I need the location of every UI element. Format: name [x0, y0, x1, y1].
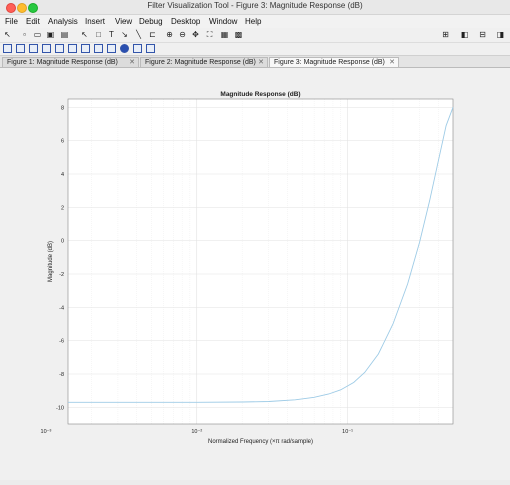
rectangle-icon[interactable]: □ — [94, 30, 103, 39]
menu-help[interactable]: Help — [245, 17, 261, 26]
layout-right-icon[interactable]: ◨ — [496, 30, 505, 39]
magnitude-icon[interactable] — [3, 44, 12, 53]
cost-icon[interactable] — [146, 44, 155, 53]
y-tick-label: 8 — [61, 105, 64, 111]
x-tick-label: 10⁻³ — [41, 429, 52, 435]
print-icon[interactable]: ▤ — [60, 30, 69, 39]
y-tick-label: 6 — [61, 139, 64, 145]
tab-label: Figure 1: Magnitude Response (dB) — [7, 59, 118, 66]
menu-edit[interactable]: Edit — [26, 17, 40, 26]
y-tick-label: -2 — [59, 272, 64, 278]
arrow-annotation-icon[interactable]: ↘ — [120, 30, 129, 39]
filter-spec-icon[interactable] — [133, 44, 142, 53]
y-tick-label: -6 — [59, 339, 64, 345]
tab-figure-1[interactable]: Figure 1: Magnitude Response (dB) ✕ — [2, 57, 139, 67]
y-tick-label: -8 — [59, 372, 64, 378]
x-tick-label: 10⁻² — [191, 429, 202, 435]
menu-bar: File Edit Analysis Insert View Debug Des… — [0, 15, 510, 28]
info-icon[interactable] — [120, 44, 129, 53]
step-icon[interactable] — [81, 44, 90, 53]
close-icon[interactable]: ✕ — [258, 58, 264, 68]
tab-label: Figure 3: Magnitude Response (dB) — [274, 59, 385, 66]
mag-phase-icon[interactable] — [29, 44, 38, 53]
main-toolbar: ↖ ▫ ▭ ▣ ▤ ↖ □ T ↘ ╲ ⊏ ⊕ ⊖ ✥ ⛶ ▦ ▩ ⊞ ◧ ⊟ … — [0, 28, 510, 43]
zoom-out-icon[interactable]: ⊖ — [178, 30, 187, 39]
zoom-in-icon[interactable]: ⊕ — [165, 30, 174, 39]
menu-debug[interactable]: Debug — [139, 17, 163, 26]
y-tick-label: 4 — [61, 172, 64, 178]
x-tick-label: 10⁻¹ — [342, 429, 353, 435]
tab-label: Figure 2: Magnitude Response (dB) — [145, 59, 256, 66]
y-tick-label: 0 — [61, 239, 64, 245]
menu-analysis[interactable]: Analysis — [48, 17, 78, 26]
line-icon[interactable]: ╲ — [134, 30, 143, 39]
select-icon[interactable]: ↖ — [80, 30, 89, 39]
title-bar: Filter Visualization Tool - Figure 3: Ma… — [0, 0, 510, 15]
save-icon[interactable]: ▣ — [46, 30, 55, 39]
figure-tab-strip: Figure 1: Magnitude Response (dB) ✕ Figu… — [0, 56, 510, 68]
phase-icon[interactable] — [16, 44, 25, 53]
chart-title: Magnitude Response (dB) — [220, 91, 300, 98]
arrow-icon[interactable]: ↖ — [3, 30, 12, 39]
menu-window[interactable]: Window — [209, 17, 237, 26]
figure-area: -10 -8 -6 -4 -2 0 2 4 6 8 10⁻³ 10⁻² 10⁻¹ Magnitude R… — [0, 68, 510, 480]
impulse-icon[interactable] — [68, 44, 77, 53]
new-figure-icon[interactable]: ▫ — [20, 30, 29, 39]
y-tick-label: -10 — [56, 405, 64, 411]
menu-file[interactable]: File — [5, 17, 18, 26]
window-title: Filter Visualization Tool - Figure 3: Ma… — [147, 1, 363, 10]
legend-icon[interactable]: ⊏ — [148, 30, 157, 39]
tile-icon[interactable]: ⊞ — [441, 30, 450, 39]
tab-figure-2[interactable]: Figure 2: Magnitude Response (dB) ✕ — [140, 57, 268, 67]
grid-icon[interactable]: ▩ — [234, 30, 243, 39]
menu-desktop[interactable]: Desktop — [171, 17, 200, 26]
pan-icon[interactable]: ✥ — [191, 30, 200, 39]
close-icon[interactable]: ✕ — [129, 58, 135, 68]
analysis-toolbar — [0, 43, 510, 56]
colorbar-icon[interactable]: ▦ — [220, 30, 229, 39]
pole-zero-icon[interactable] — [94, 44, 103, 53]
plot-background — [68, 99, 453, 424]
close-icon[interactable]: ✕ — [389, 58, 395, 68]
open-icon[interactable]: ▭ — [33, 30, 42, 39]
fit-icon[interactable]: ⛶ — [205, 30, 214, 39]
chart-ylabel: Magnitude (dB) — [48, 241, 54, 282]
layout-split-icon[interactable]: ⊟ — [478, 30, 487, 39]
tab-figure-3[interactable]: Figure 3: Magnitude Response (dB) ✕ — [269, 57, 399, 67]
layout-left-icon[interactable]: ◧ — [460, 30, 469, 39]
phase-delay-icon[interactable] — [55, 44, 64, 53]
coefficients-icon[interactable] — [107, 44, 116, 53]
magnitude-response-chart[interactable]: -10 -8 -6 -4 -2 0 2 4 6 8 10⁻³ 10⁻² 10⁻¹ Magnitude R… — [0, 68, 510, 480]
y-tick-label: -4 — [59, 305, 64, 311]
menu-insert[interactable]: Insert — [85, 17, 105, 26]
group-delay-icon[interactable] — [42, 44, 51, 53]
text-icon[interactable]: T — [107, 30, 116, 39]
y-tick-label: 2 — [61, 205, 64, 211]
menu-view[interactable]: View — [115, 17, 132, 26]
chart-xlabel: Normalized Frequency (×π rad/sample) — [208, 439, 313, 445]
